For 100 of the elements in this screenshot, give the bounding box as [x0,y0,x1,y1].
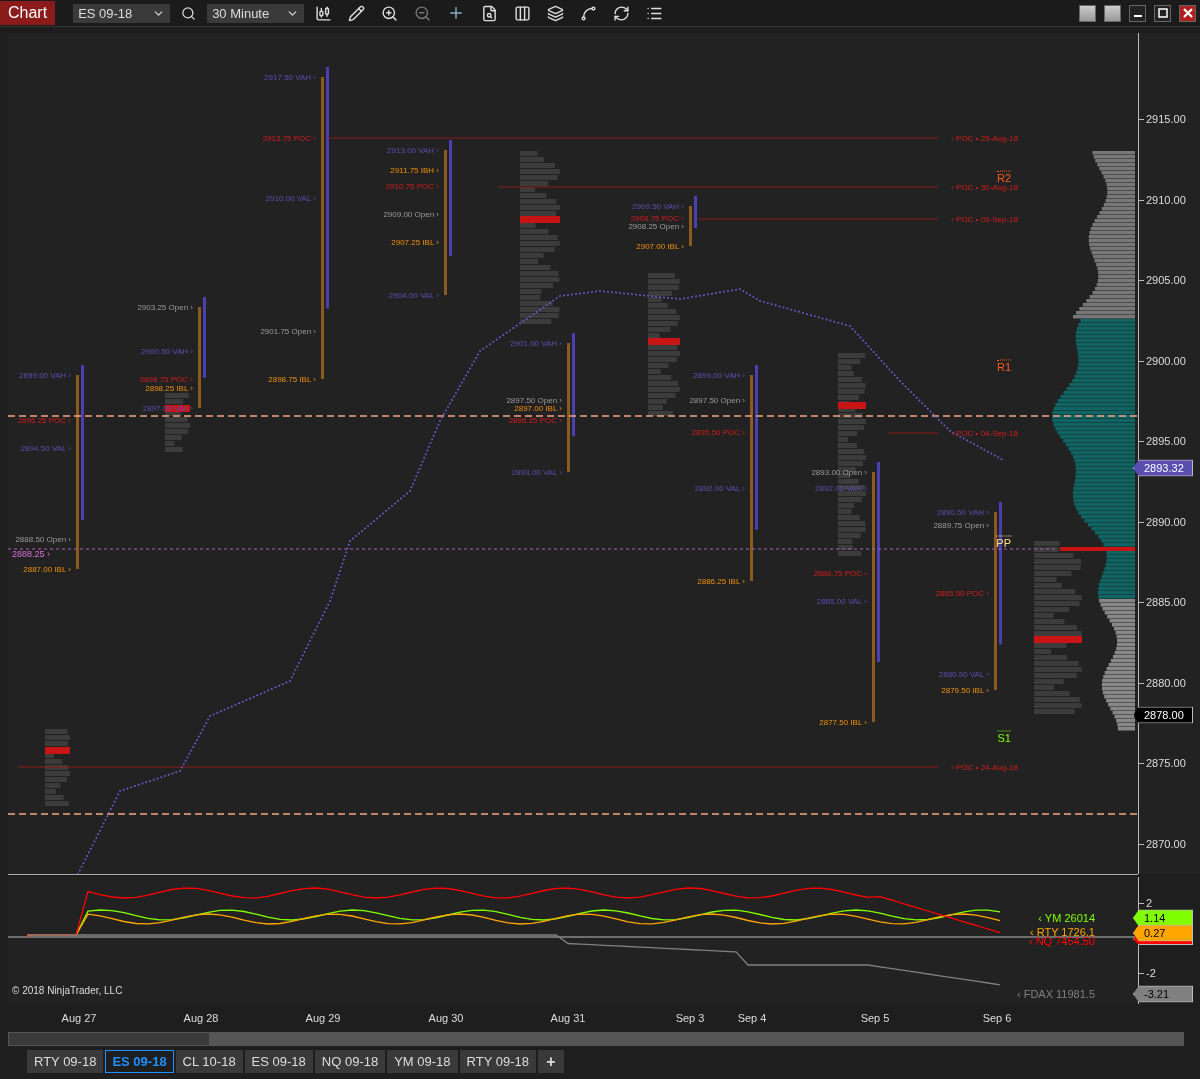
naked-poc-label: ‹ POC • 24-Aug-18 [951,762,1018,772]
close-icon [1182,8,1193,18]
refresh-icon[interactable] [613,4,631,22]
price-tag: 2893.32 [1133,459,1193,477]
level-label: 2877.50 IBL › [819,717,867,727]
level-label: 2901.75 Open › [260,326,316,336]
indicator-label: ‹ YM 26014 [1038,912,1095,924]
level-label: 2886.25 IBL › [697,576,745,586]
scrollbar[interactable] [8,1032,1184,1046]
level-label: 2896.25 POC › [508,415,562,425]
level-label: 2885.00 VAL › [816,596,867,606]
window-button[interactable] [1104,4,1121,22]
axis-label: 2905.00 [1146,274,1186,287]
maximize-button[interactable] [1154,4,1171,22]
level-label: 2910.75 POC › [385,181,439,191]
level-label: 2910.00 VAL › [265,193,316,203]
date-label: Aug 28 [183,1012,219,1024]
copyright-text: © 2018 NinjaTrader, LLC [12,984,123,996]
value-tag: 1.14 [1133,909,1193,927]
naked-poc-label: ‹ POC • 30-Aug-18 [951,182,1018,192]
level-label: 2904.00 VAL › [388,290,439,300]
candlestick-icon[interactable] [315,4,333,22]
axis-label: 2885.00 [1146,596,1186,609]
date-label: Sep 4 [737,1012,767,1024]
instrument-tab[interactable]: RTY 09-18 [27,1050,104,1073]
level-label: 2880.50 VAL › [938,669,989,679]
maximize-icon [1157,8,1168,18]
document-search-icon[interactable] [481,4,499,22]
naked-poc-label: ‹ POC • 04-Sep-18 [951,428,1018,438]
zoom-in-icon[interactable] [381,4,399,22]
instrument-tab[interactable]: NQ 09-18 [314,1050,386,1073]
level-label: 2909.50 VAH › [632,201,684,211]
pivot-price-label: 2888.25 › [11,549,50,559]
indicator-label: ‹ NQ 7454.50 [1028,935,1095,947]
level-label: 2897.00 IBL › [514,403,562,413]
level-label: 2909.00 Open › [383,209,439,219]
instrument-tab[interactable]: RTY 09-18 [459,1050,536,1073]
columns-icon[interactable] [514,4,532,22]
zoom-out-icon[interactable] [414,4,432,22]
level-label: 2896.25 POC › [17,415,71,425]
date-label: Sep 6 [982,1012,1012,1024]
level-label: 2911.75 IBH › [390,165,439,175]
level-label: 2907.25 IBL › [391,237,439,247]
date-label: Aug 27 [61,1012,97,1024]
level-label: 2886.75 POC › [813,568,867,578]
level-label: 2892.00 VAL › [694,483,745,493]
value-tag: -3.21 [1133,985,1193,1003]
instrument-tab[interactable]: ES 09-18 [244,1050,313,1073]
chart-title: Chart [0,1,56,25]
level-label: 2889.75 Open › [933,520,989,530]
level-label: 2892.00 VAH › [815,483,867,493]
axis-label: 2890.00 [1146,515,1186,528]
level-label: 2897.50 Open › [506,395,562,405]
axis-label: 2875.00 [1146,757,1186,770]
level-label: 2895.50 POC › [691,427,745,437]
level-label: 2903.25 Open › [137,302,193,312]
instrument-tab[interactable]: CL 10-18 [175,1050,243,1073]
layers-icon[interactable] [547,4,565,22]
level-label: 2913.75 POC › [262,133,316,143]
window-button[interactable] [1079,4,1096,22]
instrument-dropdown[interactable]: ES 09-18 [73,3,171,23]
instrument-tab[interactable]: YM 09-18 [387,1050,458,1073]
close-button[interactable] [1179,4,1196,22]
spline-icon[interactable] [580,4,598,22]
price-tag: 2878.00 [1133,706,1193,724]
level-label: 2897.50 Open › [689,395,745,405]
level-label: 2898.75 POC › [139,374,193,384]
axis-label: 2 [1146,897,1153,909]
level-label: 2913.00 VAH › [387,145,439,155]
axis-label: 2870.00 [1146,837,1186,850]
level-label: 2899.00 VAH › [693,370,745,380]
level-label: 2908.75 POC › [630,213,684,223]
add-tab-button[interactable]: + [537,1050,564,1073]
instrument-tab[interactable]: ES 09-18 [105,1050,174,1073]
level-label: 2890.50 VAH › [937,507,989,517]
level-label: 2907.00 IBL › [636,241,684,251]
date-label: Aug 30 [428,1012,464,1024]
minimize-button[interactable] [1129,4,1146,22]
axis-label: 2915.00 [1146,113,1186,125]
profile-bars-drawing [689,196,697,246]
indicator-label: ‹ FDAX 11981.5 [1016,988,1095,1000]
level-label: 2899.00 VAH › [19,370,71,380]
level-label: 2894.50 VAL › [20,443,71,453]
pivot-label: R1 [996,359,1011,373]
date-label: Sep 5 [860,1012,890,1024]
date-label: Aug 31 [550,1012,586,1024]
level-label: 2887.00 IBL › [23,564,71,574]
level-label: 2917.50 VAH › [264,72,316,82]
pencil-icon[interactable] [348,4,366,22]
date-label: Aug 29 [305,1012,341,1024]
level-label: 2893.00 Open › [811,467,867,477]
interval-dropdown[interactable]: 30 Minute [207,3,305,23]
minimize-icon [1133,15,1142,17]
level-label: 2888.50 Open › [15,534,71,544]
pivot-label: S1 [997,730,1011,744]
level-label: 2879.50 IBL › [941,685,989,695]
search-icon[interactable] [181,5,197,21]
level-label: 2893.00 VAL › [511,467,562,477]
pivot-label: R2 [996,170,1011,184]
axis-label: 2910.00 [1146,193,1186,206]
